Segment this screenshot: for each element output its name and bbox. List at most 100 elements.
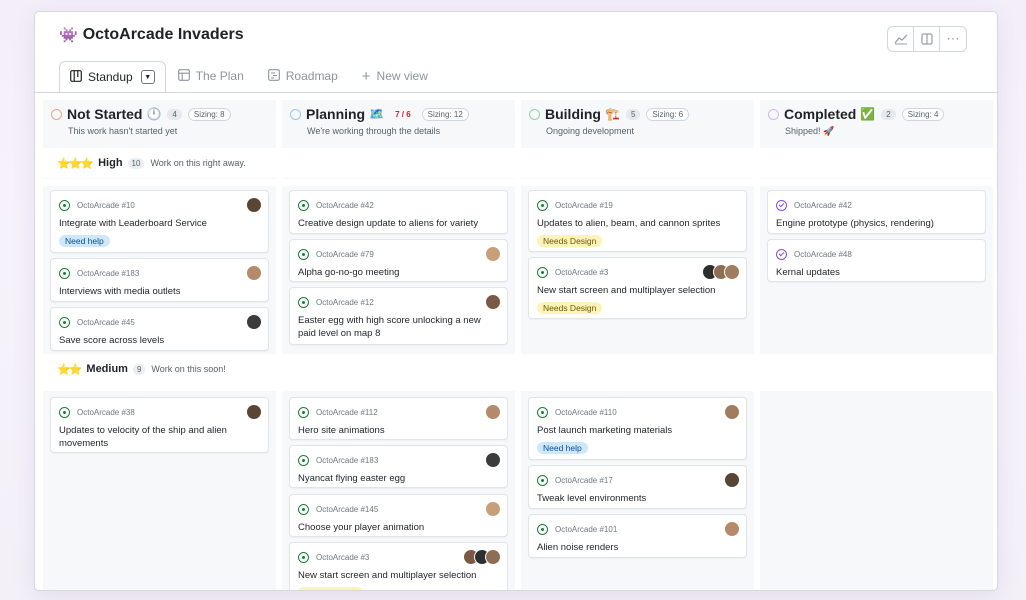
issue-card[interactable]: OctoArcade #79 Alpha go-no-go meeting [289,239,508,282]
issue-card[interactable]: OctoArcade #19 Updates to alien, beam, an… [528,190,747,252]
issue-title[interactable]: Kernal updates [776,266,979,279]
assignee-avatars[interactable] [724,404,740,420]
issue-title[interactable]: Nyancat flying easter egg [298,472,501,485]
issue-title[interactable]: Easter egg with high score unlocking a n… [298,314,501,340]
column-header[interactable]: Planning 🗺️ 7 / 6 Sizing: 12 We're working t… [282,100,515,142]
avatar[interactable] [724,264,740,280]
tab-roadmap[interactable]: Roadmap [256,60,350,92]
issue-label[interactable]: Need help [537,442,588,454]
issue-card[interactable]: OctoArcade #45 Save score across levels [50,307,269,351]
issue-title[interactable]: New start screen and multiplayer selecti… [298,569,501,582]
issue-number[interactable]: OctoArcade #183 [77,269,139,278]
issue-title[interactable]: Creative design update to aliens for var… [298,217,501,230]
issue-title[interactable]: Tweak level environments [537,492,740,505]
issue-number[interactable]: OctoArcade #112 [316,408,378,417]
more-icon[interactable]: ⋯ [940,27,966,51]
tab-the-plan[interactable]: The Plan [166,60,256,92]
avatar[interactable] [485,404,501,420]
issue-number[interactable]: OctoArcade #3 [316,553,369,562]
avatar[interactable] [246,197,262,213]
issue-card[interactable]: OctoArcade #110 Post launch marketing mat… [528,397,747,460]
assignee-avatars[interactable] [246,265,262,281]
avatar[interactable] [485,294,501,310]
issue-card[interactable]: OctoArcade #12 Easter egg with high score… [289,287,508,345]
tab-new-view[interactable]: + New view [350,60,440,92]
column-header[interactable]: Not Started 🕛 4 Sizing: 8 This work hasn't s… [43,100,276,142]
issue-label[interactable]: Need help [59,235,110,247]
issue-title[interactable]: Integrate with Leaderboard Service [59,217,262,230]
issue-title[interactable]: New start screen and multiplayer selecti… [537,284,740,297]
assignee-avatars[interactable] [246,404,262,420]
issue-card[interactable]: OctoArcade #10 Integrate with Leaderboard… [50,190,269,253]
avatar[interactable] [724,521,740,537]
assignee-avatars[interactable] [724,472,740,488]
issue-number[interactable]: OctoArcade #38 [77,408,135,417]
issue-number[interactable]: OctoArcade #45 [77,318,135,327]
issue-card[interactable]: OctoArcade #38 Updates to velocity of the… [50,397,269,453]
assignee-avatars[interactable] [724,521,740,537]
tab-standup[interactable]: Standup ▼ [59,61,166,93]
avatar[interactable] [485,246,501,262]
issue-card[interactable]: OctoArcade #3 New start screen and multip… [289,542,508,590]
issue-card[interactable]: OctoArcade #112 Hero site animations [289,397,508,440]
avatar[interactable] [246,314,262,330]
issue-number[interactable]: OctoArcade #42 [794,201,852,210]
issue-card[interactable]: OctoArcade #183 Nyancat flying easter egg [289,445,508,488]
issue-number[interactable]: OctoArcade #19 [555,201,613,210]
issue-title[interactable]: Updates to alien, beam, and cannon sprit… [537,217,740,230]
assignee-avatars[interactable] [485,452,501,468]
issue-title[interactable]: Hero site animations [298,424,501,437]
issue-number[interactable]: OctoArcade #79 [316,250,374,259]
issue-label[interactable]: Needs Design [537,235,603,247]
assignee-avatars[interactable] [485,404,501,420]
issue-number[interactable]: OctoArcade #48 [794,250,852,259]
issue-number[interactable]: OctoArcade #145 [316,505,378,514]
issue-card[interactable]: OctoArcade #183 Interviews with media out… [50,258,269,302]
group-header[interactable]: ⭐⭐⭐ High 10 Work on this right away. [43,148,993,178]
avatar[interactable] [724,404,740,420]
issue-number[interactable]: OctoArcade #101 [555,525,617,534]
issue-title[interactable]: Save score across levels [59,334,262,347]
issue-title[interactable]: Alien noise renders [537,541,740,554]
panel-icon[interactable] [914,27,940,51]
issue-title[interactable]: Engine prototype (physics, rendering) [776,217,979,230]
assignee-avatars[interactable] [463,549,501,565]
issue-number[interactable]: OctoArcade #10 [77,201,135,210]
issue-card[interactable]: OctoArcade #145 Choose your player animat… [289,494,508,537]
issue-card[interactable]: OctoArcade #101 Alien noise renders [528,514,747,558]
group-header[interactable]: ⭐⭐ Medium 9 Work on this soon! [43,354,993,384]
issue-label[interactable]: Needs Design [298,587,364,590]
assignee-avatars[interactable] [246,314,262,330]
assignee-avatars[interactable] [485,246,501,262]
avatar[interactable] [485,452,501,468]
issue-title[interactable]: Post launch marketing materials [537,424,740,437]
issue-label[interactable]: Needs Design [537,302,603,314]
column-header[interactable]: Building 🏗️ 5 Sizing: 6 Ongoing development [521,100,754,142]
chevron-down-icon[interactable]: ▼ [140,70,155,84]
column-header[interactable]: Completed ✅ 2 Sizing: 4 Shipped! 🚀 [760,100,993,142]
issue-number[interactable]: OctoArcade #17 [555,476,613,485]
issue-title[interactable]: Choose your player animation [298,521,501,534]
issue-number[interactable]: OctoArcade #183 [316,456,378,465]
issue-title[interactable]: Alpha go-no-go meeting [298,266,501,279]
issue-card[interactable]: OctoArcade #48 Kernal updates [767,239,986,282]
issue-number[interactable]: OctoArcade #110 [555,408,617,417]
assignee-avatars[interactable] [246,197,262,213]
avatar[interactable] [724,472,740,488]
avatar[interactable] [246,265,262,281]
issue-title[interactable]: Interviews with media outlets [59,285,262,298]
issue-number[interactable]: OctoArcade #12 [316,298,374,307]
issue-title[interactable]: Updates to velocity of the ship and alie… [59,424,262,450]
issue-card[interactable]: OctoArcade #3 New start screen and multip… [528,257,747,319]
issue-card[interactable]: OctoArcade #42 Engine prototype (physics,… [767,190,986,234]
insights-icon[interactable] [888,27,914,51]
assignee-avatars[interactable] [702,264,740,280]
issue-number[interactable]: OctoArcade #3 [555,268,608,277]
issue-card[interactable]: OctoArcade #17 Tweak level environments [528,465,747,509]
issue-card[interactable]: OctoArcade #42 Creative design update to … [289,190,508,234]
avatar[interactable] [485,549,501,565]
issue-number[interactable]: OctoArcade #42 [316,201,374,210]
assignee-avatars[interactable] [485,294,501,310]
assignee-avatars[interactable] [485,501,501,517]
avatar[interactable] [246,404,262,420]
